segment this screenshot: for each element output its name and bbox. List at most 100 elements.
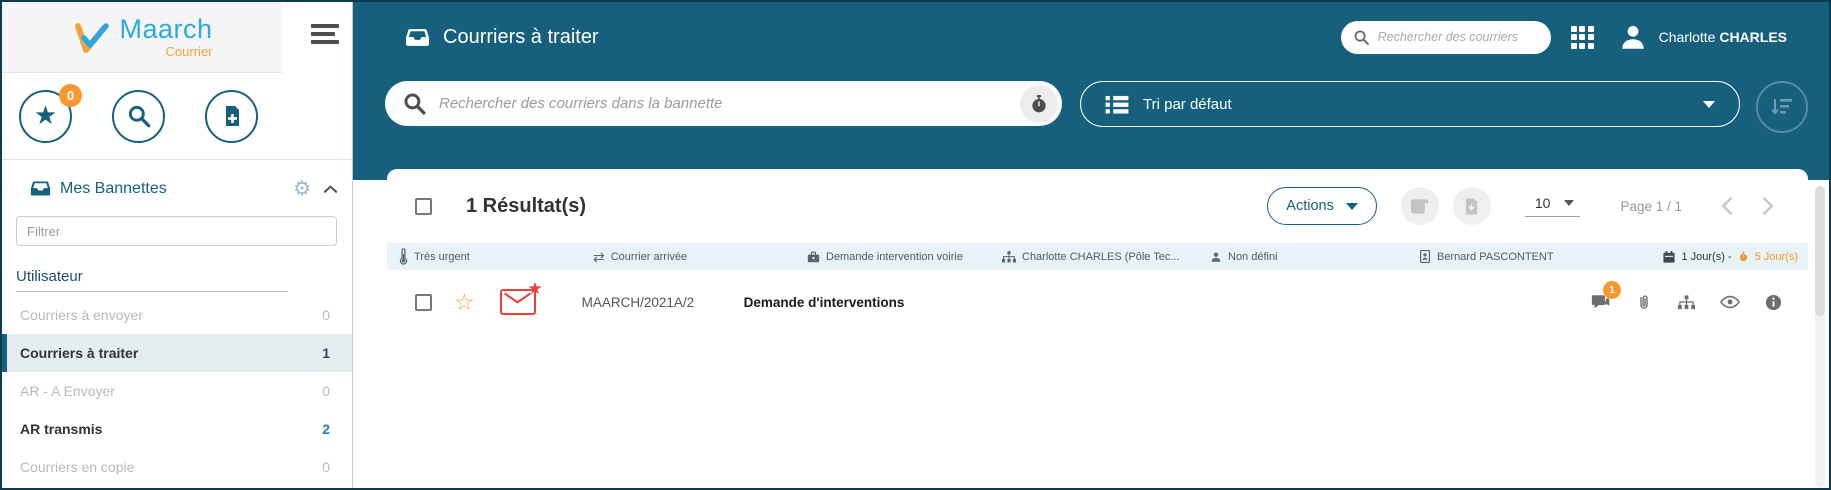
thermometer-icon <box>399 248 408 265</box>
file-plus-icon <box>220 104 244 128</box>
basket-count: 0 <box>322 383 330 399</box>
column-priority: Très urgent <box>399 243 470 270</box>
sidebar-item-ar-a-envoyer[interactable]: AR - A Envoyer 0 <box>2 372 352 410</box>
actions-button[interactable]: Actions <box>1267 187 1377 225</box>
sort-order-button[interactable] <box>1756 81 1808 133</box>
briefcase-icon <box>807 251 820 263</box>
basket-list: Courriers à envoyer 0 Courriers à traite… <box>2 296 352 486</box>
basket-label: Courriers à traiter <box>20 345 322 361</box>
column-label: Charlotte CHARLES (Pôle Tec... <box>1022 251 1180 263</box>
scrollbar-thumb[interactable] <box>1815 186 1825 316</box>
basket-count: 0 <box>322 307 330 323</box>
favorites-badge: 0 <box>59 84 82 107</box>
inbox-icon <box>405 25 430 50</box>
global-search-input[interactable] <box>1378 30 1539 44</box>
filter-input[interactable] <box>16 216 337 246</box>
result-count: 1 Résultat(s) <box>466 195 586 218</box>
user-name: Charlotte CHARLES <box>1659 29 1787 45</box>
scrollbar[interactable] <box>1815 186 1825 488</box>
sidebar: Maarch Courrier ★ 0 <box>2 2 353 488</box>
maarch-app-window: Maarch Courrier ★ 0 <box>0 0 1831 490</box>
address-book-icon <box>1419 250 1431 263</box>
basket-count: 0 <box>322 459 330 475</box>
toolbar: Tri par défaut <box>353 72 1829 133</box>
select-all-checkbox[interactable] <box>415 198 432 215</box>
top-header: Courriers à traiter Charlotte C <box>353 2 1829 72</box>
basket-label: AR - A Envoyer <box>20 383 322 399</box>
paperclip-icon[interactable] <box>1635 293 1653 312</box>
sidebar-item-courriers-a-envoyer[interactable]: Courriers à envoyer 0 <box>2 296 352 334</box>
pager <box>1712 192 1782 220</box>
menu-hamburger-icon[interactable] <box>311 24 339 44</box>
page-title-group: Courriers à traiter <box>405 25 599 50</box>
info-icon[interactable] <box>1765 294 1782 311</box>
actions-label: Actions <box>1286 198 1334 214</box>
row-checkbox[interactable] <box>415 294 432 311</box>
gear-icon[interactable]: ⚙ <box>293 179 311 199</box>
summary-sheet-button[interactable] <box>1401 187 1439 225</box>
column-entity: Charlotte CHARLES (Pôle Tec... <box>1002 243 1180 270</box>
column-label: Bernard PASCONTENT <box>1437 251 1554 263</box>
calendar-icon <box>1663 251 1675 263</box>
comments-badge: 1 <box>1603 281 1621 299</box>
basket-label: AR transmis <box>20 421 322 437</box>
sitemap-icon[interactable] <box>1678 295 1695 310</box>
list-icon <box>1105 95 1129 114</box>
comments-icon[interactable]: 1 <box>1590 293 1610 311</box>
eye-icon[interactable] <box>1720 295 1740 309</box>
chrono-filter-button[interactable] <box>1020 85 1058 123</box>
previous-page-button[interactable] <box>1712 192 1740 220</box>
user-icon <box>1210 251 1222 263</box>
logo-row: Maarch Courrier <box>2 2 352 73</box>
basket-label: Courriers à envoyer <box>20 307 322 323</box>
search-icon <box>402 91 427 116</box>
favorites-button[interactable]: ★ 0 <box>19 90 72 143</box>
column-user: Non défini <box>1210 243 1278 270</box>
sort-select[interactable]: Tri par défaut <box>1080 81 1740 127</box>
sidebar-item-ar-transmis[interactable]: AR transmis 2 <box>2 410 352 448</box>
user-menu[interactable]: Charlotte CHARLES <box>1618 22 1787 52</box>
quick-actions: ★ 0 <box>2 73 352 160</box>
apps-grid-icon[interactable] <box>1571 26 1594 49</box>
results-card: 1 Résultat(s) Actions <box>387 169 1808 488</box>
sidebar-item-courriers-a-traiter[interactable]: Courriers à traiter 1 <box>2 334 352 372</box>
header-right: Charlotte CHARLES <box>1341 21 1787 54</box>
page-indicator: Page 1 / 1 <box>1620 199 1682 214</box>
column-contact: Bernard PASCONTENT <box>1419 243 1554 270</box>
stopwatch-icon <box>1029 94 1049 114</box>
sidebar-item-courriers-en-copie[interactable]: Courriers en copie 0 <box>2 448 352 486</box>
page-size-value: 10 <box>1535 195 1551 211</box>
search-icon <box>1353 29 1370 46</box>
stopwatch-icon <box>1738 251 1749 262</box>
inbox-icon <box>30 178 51 199</box>
column-label: Non défini <box>1228 251 1278 263</box>
page-title: Courriers à traiter <box>443 26 599 49</box>
basket-count: 1 <box>322 345 330 361</box>
follow-star-icon[interactable]: ☆ <box>454 291 475 314</box>
search-button[interactable] <box>112 90 165 143</box>
basket-search-input[interactable] <box>439 95 1008 112</box>
column-doctype: Demande intervention voirie <box>807 243 963 270</box>
unread-mail-icon[interactable]: ★ <box>500 289 536 315</box>
next-page-button[interactable] <box>1754 192 1782 220</box>
bannettes-title: Mes Bannettes <box>60 180 167 198</box>
global-search <box>1341 21 1551 54</box>
export-button[interactable] <box>1453 187 1491 225</box>
chevron-up-icon[interactable] <box>323 184 338 194</box>
brand-name: Maarch <box>119 16 212 43</box>
mail-reference[interactable]: MAARCH/2021A/2 <box>582 295 717 310</box>
basket-count: 2 <box>322 421 330 437</box>
basket-search <box>385 81 1062 126</box>
page-size-select[interactable]: 10 <box>1525 195 1581 217</box>
add-document-button[interactable] <box>205 90 258 143</box>
maarch-logo[interactable]: Maarch Courrier <box>2 2 282 73</box>
caret-down-icon <box>1346 203 1358 210</box>
mail-row[interactable]: ☆ ★ MAARCH/2021A/2 Demande d'interventio… <box>387 270 1808 334</box>
table-header: Très urgent ⇄ Courrier arrivée Demande i… <box>387 243 1808 270</box>
caret-down-icon <box>1703 101 1715 108</box>
results-header: 1 Résultat(s) Actions <box>387 169 1808 243</box>
star-icon: ★ <box>34 102 57 131</box>
basket-label: Courriers en copie <box>20 459 322 475</box>
mail-subject[interactable]: Demande d'interventions <box>744 295 905 310</box>
brand-product: Courrier <box>166 45 213 58</box>
